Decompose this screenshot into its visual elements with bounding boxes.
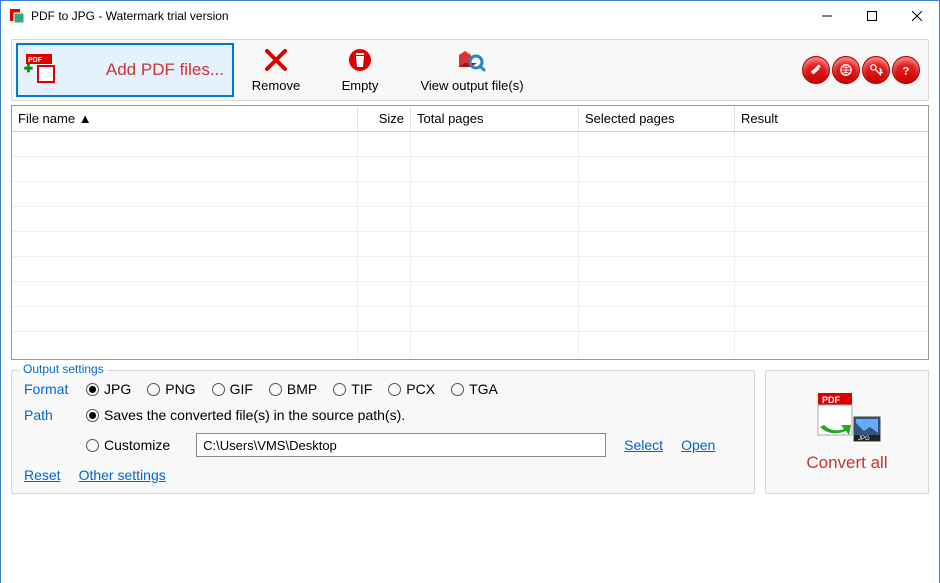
app-icon <box>9 8 25 24</box>
window-title: PDF to JPG - Watermark trial version <box>31 9 804 23</box>
convert-all-button[interactable]: PDF JPG Convert all <box>765 370 929 494</box>
remove-button[interactable]: Remove <box>234 43 318 97</box>
minimize-button[interactable] <box>804 2 849 31</box>
format-radio-bmp[interactable]: BMP <box>269 381 317 397</box>
col-totalpages[interactable]: Total pages <box>411 106 579 131</box>
custom-path-input[interactable] <box>196 433 606 457</box>
col-selectedpages[interactable]: Selected pages <box>579 106 735 131</box>
maximize-button[interactable] <box>849 2 894 31</box>
reset-link[interactable]: Reset <box>24 467 61 483</box>
help-icon-button[interactable]: ? <box>892 56 920 84</box>
view-output-label: View output file(s) <box>420 78 523 93</box>
format-radio-jpg[interactable]: JPG <box>86 381 131 397</box>
format-radio-gif[interactable]: GIF <box>212 381 253 397</box>
path-source-radio[interactable]: Saves the converted file(s) in the sourc… <box>86 407 405 423</box>
svg-text:JPG: JPG <box>858 436 870 442</box>
select-link[interactable]: Select <box>624 437 663 453</box>
path-label: Path <box>24 407 86 423</box>
other-settings-link[interactable]: Other settings <box>79 467 166 483</box>
output-legend: Output settings <box>20 362 107 376</box>
svg-text:PDF: PDF <box>822 395 841 405</box>
toolbar: PDF Add PDF files... Remove Empty View o… <box>11 39 929 101</box>
close-button[interactable] <box>894 2 939 31</box>
add-pdf-label: Add PDF files... <box>68 60 232 80</box>
empty-button[interactable]: Empty <box>318 43 402 97</box>
convert-label: Convert all <box>806 453 887 473</box>
format-radio-tif[interactable]: TIF <box>333 381 372 397</box>
remove-label: Remove <box>252 78 300 93</box>
convert-icon: PDF JPG <box>812 391 882 447</box>
settings-icon-button[interactable] <box>802 56 830 84</box>
grid-body[interactable] <box>12 132 928 357</box>
format-radio-tga[interactable]: TGA <box>451 381 498 397</box>
add-pdf-button[interactable]: PDF Add PDF files... <box>16 43 234 97</box>
col-size[interactable]: Size <box>358 106 411 131</box>
output-settings: Output settings Format JPGPNGGIFBMPTIFPC… <box>11 370 755 494</box>
svg-text:?: ? <box>903 65 910 77</box>
key-icon-button[interactable] <box>862 56 890 84</box>
file-grid: File name ▲ Size Total pages Selected pa… <box>11 105 929 360</box>
format-radio-png[interactable]: PNG <box>147 381 195 397</box>
format-radio-pcx[interactable]: PCX <box>388 381 435 397</box>
pdf-add-icon: PDF <box>24 52 60 88</box>
view-output-button[interactable]: View output file(s) <box>402 43 542 97</box>
col-result[interactable]: Result <box>735 106 928 131</box>
empty-label: Empty <box>342 78 379 93</box>
col-filename[interactable]: File name ▲ <box>12 106 358 131</box>
svg-text:PDF: PDF <box>28 57 43 64</box>
format-radios: JPG PNG GIF BMP TIF PCX TGA <box>86 381 514 397</box>
web-icon-button[interactable] <box>832 56 860 84</box>
view-output-icon <box>457 47 487 76</box>
empty-icon <box>347 47 373 76</box>
remove-icon <box>263 47 289 76</box>
format-label: Format <box>24 381 86 397</box>
open-link[interactable]: Open <box>681 437 715 453</box>
path-customize-radio[interactable]: Customize <box>86 437 170 453</box>
